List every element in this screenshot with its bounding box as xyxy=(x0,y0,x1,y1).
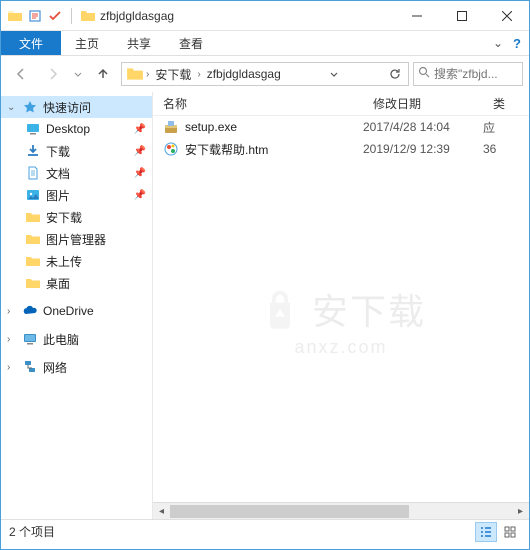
nav-forward-button[interactable] xyxy=(39,60,67,88)
content-pane: 名称 修改日期 类 setup.exe 2017/4/28 14:04 应 安下… xyxy=(153,92,529,519)
scroll-track[interactable] xyxy=(170,503,512,520)
star-icon xyxy=(22,99,38,115)
download-icon xyxy=(25,143,41,159)
ribbon: 文件 主页 共享 查看 ⌄ ? xyxy=(1,31,529,56)
tab-view[interactable]: 查看 xyxy=(165,31,217,55)
file-list[interactable]: setup.exe 2017/4/28 14:04 应 安下载帮助.htm 20… xyxy=(153,116,529,502)
pin-icon: 📌 xyxy=(134,146,146,157)
close-button[interactable] xyxy=(484,1,529,31)
chevron-right-icon[interactable]: › xyxy=(144,69,151,80)
sidebar-this-pc[interactable]: › 此电脑 xyxy=(1,328,152,350)
titlebar: zfbjdgldasgag xyxy=(1,1,529,31)
installer-icon xyxy=(163,119,179,135)
view-large-button[interactable] xyxy=(499,522,521,542)
breadcrumb-folder-icon xyxy=(126,65,144,83)
file-name: 安下载帮助.htm xyxy=(185,141,268,158)
pin-icon: 📌 xyxy=(134,190,146,201)
view-details-button[interactable] xyxy=(475,522,497,542)
tab-share[interactable]: 共享 xyxy=(113,31,165,55)
window-title: zfbjdgldasgag xyxy=(100,9,174,23)
folder-icon xyxy=(25,231,41,247)
search-box[interactable] xyxy=(413,62,523,86)
scroll-right-button[interactable]: ▸ xyxy=(512,503,529,520)
address-dropdown-button[interactable] xyxy=(323,63,345,85)
sidebar-item-folder[interactable]: 安下载 xyxy=(1,206,152,228)
nav-back-button[interactable] xyxy=(7,60,35,88)
search-input[interactable] xyxy=(434,67,518,81)
chevron-right-icon[interactable]: › xyxy=(7,334,17,345)
file-date: 2017/4/28 14:04 xyxy=(363,120,483,134)
help-icon[interactable]: ? xyxy=(513,36,521,51)
minimize-button[interactable] xyxy=(394,1,439,31)
sidebar-item-folder[interactable]: 桌面 xyxy=(1,272,152,294)
this-pc-icon xyxy=(22,331,38,347)
html-icon xyxy=(163,141,179,157)
sidebar-item-folder[interactable]: 图片管理器 xyxy=(1,228,152,250)
sidebar-item-pictures[interactable]: 图片 📌 xyxy=(1,184,152,206)
checkmark-qat-icon[interactable] xyxy=(47,8,63,24)
breadcrumb-item[interactable]: zfbjdgldasgag xyxy=(203,65,285,83)
pin-icon: 📌 xyxy=(134,168,146,179)
breadcrumb-item[interactable]: 安下载 xyxy=(151,64,195,85)
folder-icon xyxy=(25,209,41,225)
scroll-left-button[interactable]: ◂ xyxy=(153,503,170,520)
file-type: 36 xyxy=(483,142,529,156)
column-header-date[interactable]: 修改日期 xyxy=(363,95,483,112)
tab-file[interactable]: 文件 xyxy=(1,31,61,55)
address-bar[interactable]: › 安下载 › zfbjdgldasgag xyxy=(121,62,409,86)
nav-up-button[interactable] xyxy=(89,60,117,88)
column-header-type[interactable]: 类 xyxy=(483,95,529,112)
tab-home[interactable]: 主页 xyxy=(61,31,113,55)
folder-title-icon xyxy=(80,8,96,24)
document-icon xyxy=(25,165,41,181)
chevron-right-icon[interactable]: › xyxy=(195,69,202,80)
app-folder-icon xyxy=(7,8,23,24)
navigation-pane: ⌄ 快速访问 Desktop 📌 下载 📌 文档 📌 图片 xyxy=(1,92,153,519)
maximize-button[interactable] xyxy=(439,1,484,31)
folder-icon xyxy=(25,275,41,291)
sidebar-item-downloads[interactable]: 下载 📌 xyxy=(1,140,152,162)
address-row: › 安下载 › zfbjdgldasgag xyxy=(1,56,529,92)
search-icon xyxy=(418,65,430,83)
pictures-icon xyxy=(25,187,41,203)
desktop-icon xyxy=(25,121,41,137)
column-header-name[interactable]: 名称 xyxy=(153,95,363,112)
refresh-button[interactable] xyxy=(384,63,406,85)
sidebar-item-desktop[interactable]: Desktop 📌 xyxy=(1,118,152,140)
column-headers: 名称 修改日期 类 xyxy=(153,92,529,116)
file-type: 应 xyxy=(483,119,529,136)
sidebar-network[interactable]: › 网络 xyxy=(1,356,152,378)
sidebar-item-folder[interactable]: 未上传 xyxy=(1,250,152,272)
cloud-icon xyxy=(22,303,38,319)
watermark: 安下载 anxz.com xyxy=(256,283,426,358)
file-name: setup.exe xyxy=(185,120,237,134)
chevron-right-icon[interactable]: › xyxy=(7,306,17,317)
sidebar-item-documents[interactable]: 文档 📌 xyxy=(1,162,152,184)
chevron-right-icon[interactable]: › xyxy=(7,362,17,373)
horizontal-scrollbar[interactable]: ◂ ▸ xyxy=(153,502,529,519)
nav-recent-button[interactable] xyxy=(71,60,85,88)
pin-icon: 📌 xyxy=(134,124,146,135)
sidebar-quick-access[interactable]: ⌄ 快速访问 xyxy=(1,96,152,118)
properties-qat-icon[interactable] xyxy=(27,8,43,24)
statusbar: 2 个项目 xyxy=(1,519,529,543)
file-date: 2019/12/9 12:39 xyxy=(363,142,483,156)
item-count: 2 个项目 xyxy=(9,523,55,540)
chevron-down-icon[interactable]: ⌄ xyxy=(7,102,17,113)
sidebar-onedrive[interactable]: › OneDrive xyxy=(1,300,152,322)
file-row[interactable]: 安下载帮助.htm 2019/12/9 12:39 36 xyxy=(153,138,529,160)
main-area: ⌄ 快速访问 Desktop 📌 下载 📌 文档 📌 图片 xyxy=(1,92,529,519)
file-row[interactable]: setup.exe 2017/4/28 14:04 应 xyxy=(153,116,529,138)
scroll-thumb[interactable] xyxy=(170,505,409,518)
ribbon-expand-icon[interactable]: ⌄ xyxy=(493,36,503,50)
network-icon xyxy=(22,359,38,375)
folder-icon xyxy=(25,253,41,269)
